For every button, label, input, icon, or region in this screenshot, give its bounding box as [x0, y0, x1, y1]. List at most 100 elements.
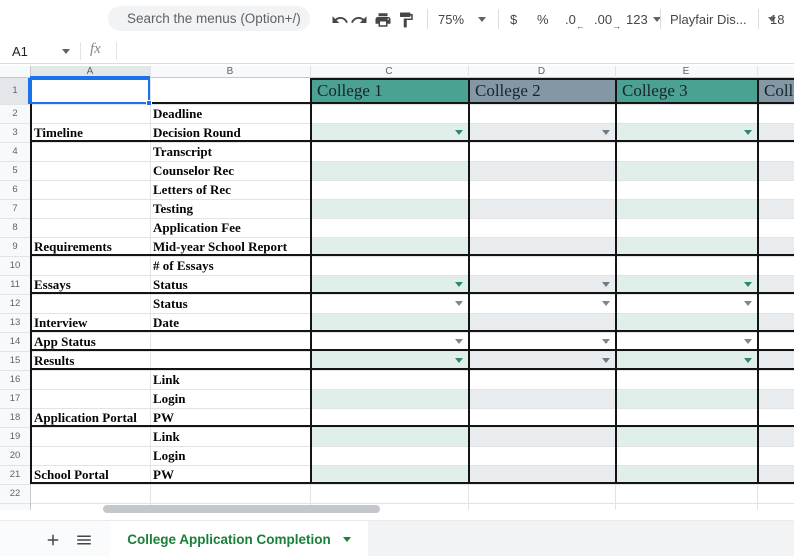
cell-D10[interactable] — [468, 256, 615, 275]
cell-D6[interactable] — [468, 180, 615, 199]
cell-D7[interactable] — [468, 199, 615, 218]
name-box[interactable]: A1 — [12, 38, 70, 64]
cell-C10[interactable] — [310, 256, 468, 275]
cell-E22[interactable] — [615, 484, 757, 503]
cell-C1-college-header[interactable]: College 1 — [310, 78, 468, 104]
menu-search-input[interactable]: Search the menus (Option+/) — [108, 6, 310, 31]
cell-E8[interactable] — [615, 218, 757, 237]
row-header-3[interactable]: 3 — [0, 123, 30, 142]
selection-fill-handle[interactable] — [146, 100, 152, 106]
cell-A8[interactable] — [30, 218, 150, 237]
cell-F2[interactable] — [757, 104, 794, 123]
format-percent-button[interactable]: % — [537, 0, 549, 38]
row-header-2[interactable]: 2 — [0, 104, 30, 123]
cell-B19[interactable]: Link — [150, 427, 310, 446]
cell-D8[interactable] — [468, 218, 615, 237]
cell-D12[interactable] — [468, 294, 615, 313]
cell-A4[interactable] — [30, 142, 150, 161]
formula-input[interactable] — [124, 38, 784, 63]
cell-B20[interactable]: Login — [150, 446, 310, 465]
cell-E23[interactable] — [615, 503, 757, 510]
row-header-21[interactable]: 21 — [0, 465, 30, 484]
cell-B10[interactable]: # of Essays — [150, 256, 310, 275]
font-size-input[interactable]: 18 — [770, 0, 784, 38]
cell-C7[interactable] — [310, 199, 468, 218]
cell-D20[interactable] — [468, 446, 615, 465]
row-header-16[interactable]: 16 — [0, 370, 30, 389]
format-currency-button[interactable]: $ — [510, 0, 517, 38]
cell-E4[interactable] — [615, 142, 757, 161]
dropdown-caret-icon[interactable] — [455, 301, 463, 306]
cell-E7[interactable] — [615, 199, 757, 218]
dropdown-caret-icon[interactable] — [602, 339, 610, 344]
cell-B12[interactable]: Status — [150, 294, 310, 313]
row-header-14[interactable]: 14 — [0, 332, 30, 351]
more-formats-button[interactable]: 123 — [626, 0, 661, 38]
decrease-decimal-button[interactable]: .0 ← — [565, 0, 585, 38]
cell-E17[interactable] — [615, 389, 757, 408]
dropdown-caret-icon[interactable] — [602, 358, 610, 363]
cell-D23[interactable] — [468, 503, 615, 510]
cell-E2[interactable] — [615, 104, 757, 123]
cell-A17[interactable] — [30, 389, 150, 408]
cell-C4[interactable] — [310, 142, 468, 161]
cell-B5[interactable]: Counselor Rec — [150, 161, 310, 180]
cell-E16[interactable] — [615, 370, 757, 389]
cell-F7[interactable] — [757, 199, 794, 218]
dropdown-caret-icon[interactable] — [602, 130, 610, 135]
cell-B2[interactable]: Deadline — [150, 104, 310, 123]
cell-F23[interactable] — [757, 503, 794, 510]
cell-A7[interactable] — [30, 199, 150, 218]
zoom-select[interactable]: 75% — [438, 0, 487, 38]
cell-C19[interactable] — [310, 427, 468, 446]
cell-A2[interactable] — [30, 104, 150, 123]
sheet-tab-active[interactable]: College Application Completion — [110, 521, 368, 556]
cell-F19[interactable] — [757, 427, 794, 446]
cell-A20[interactable] — [30, 446, 150, 465]
cell-B16[interactable]: Link — [150, 370, 310, 389]
row-header-15[interactable]: 15 — [0, 351, 30, 370]
cell-E10[interactable] — [615, 256, 757, 275]
dropdown-caret-icon[interactable] — [455, 358, 463, 363]
cell-A19[interactable] — [30, 427, 150, 446]
cell-A6[interactable] — [30, 180, 150, 199]
cell-F10[interactable] — [757, 256, 794, 275]
cell-F12[interactable] — [757, 294, 794, 313]
cell-F1-college-header[interactable]: Coll — [757, 78, 794, 104]
cell-B4[interactable]: Transcript — [150, 142, 310, 161]
cell-E20[interactable] — [615, 446, 757, 465]
cell-D16[interactable] — [468, 370, 615, 389]
row-header-17[interactable]: 17 — [0, 389, 30, 408]
cell-D17[interactable] — [468, 389, 615, 408]
cell-F16[interactable] — [757, 370, 794, 389]
cell-C16[interactable] — [310, 370, 468, 389]
cell-C2[interactable] — [310, 104, 468, 123]
dropdown-caret-icon[interactable] — [744, 358, 752, 363]
cell-D22[interactable] — [468, 484, 615, 503]
row-header-12[interactable]: 12 — [0, 294, 30, 313]
row-header-23[interactable] — [0, 503, 30, 510]
paint-format-button[interactable] — [395, 9, 417, 31]
cell-E5[interactable] — [615, 161, 757, 180]
dropdown-caret-icon[interactable] — [455, 130, 463, 135]
cell-B8[interactable]: Application Fee — [150, 218, 310, 237]
cell-F17[interactable] — [757, 389, 794, 408]
row-header-19[interactable]: 19 — [0, 427, 30, 446]
cell-C12[interactable] — [310, 294, 468, 313]
row-header-11[interactable]: 11 — [0, 275, 30, 294]
cell-F6[interactable] — [757, 180, 794, 199]
row-header-9[interactable]: 9 — [0, 237, 30, 256]
dropdown-caret-icon[interactable] — [744, 339, 752, 344]
cell-E6[interactable] — [615, 180, 757, 199]
dropdown-caret-icon[interactable] — [744, 301, 752, 306]
cell-D2[interactable] — [468, 104, 615, 123]
row-header-8[interactable]: 8 — [0, 218, 30, 237]
cell-C17[interactable] — [310, 389, 468, 408]
cell-C20[interactable] — [310, 446, 468, 465]
dropdown-caret-icon[interactable] — [744, 130, 752, 135]
dropdown-caret-icon[interactable] — [455, 339, 463, 344]
cell-D19[interactable] — [468, 427, 615, 446]
row-header-10[interactable]: 10 — [0, 256, 30, 275]
row-header-5[interactable]: 5 — [0, 161, 30, 180]
cell-F5[interactable] — [757, 161, 794, 180]
